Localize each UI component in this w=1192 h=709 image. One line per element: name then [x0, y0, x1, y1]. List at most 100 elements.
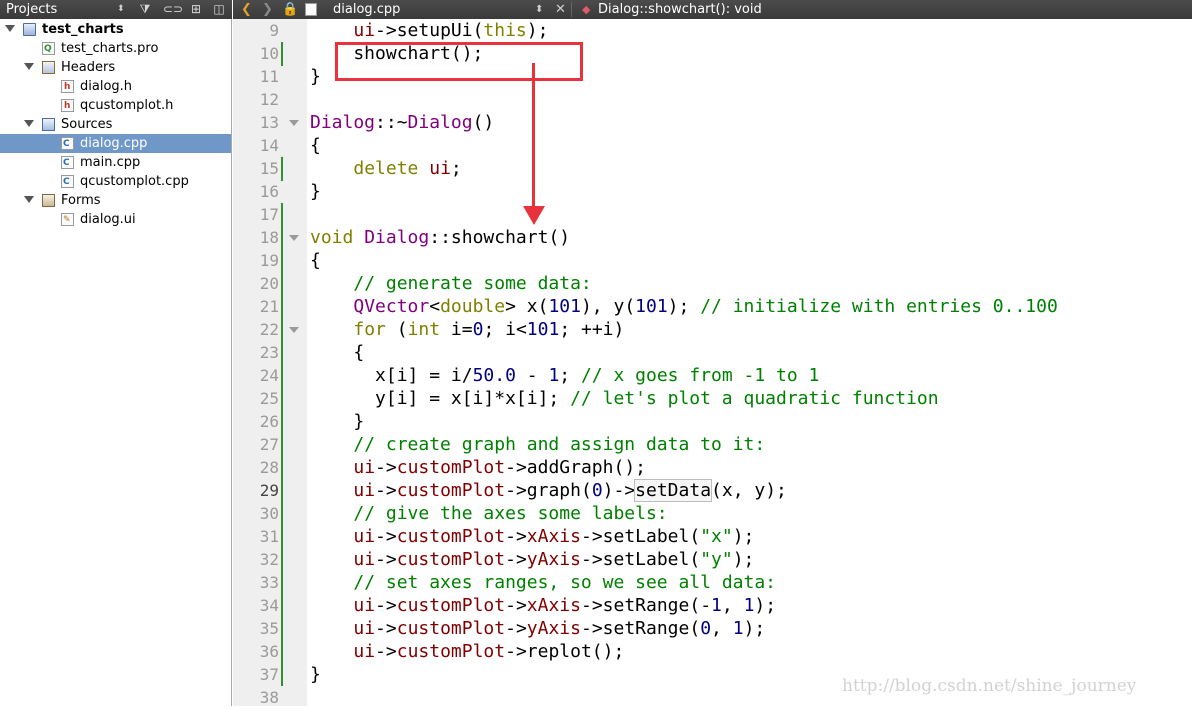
file-type-icon	[305, 3, 317, 16]
code-line[interactable]: // set axes ranges, so we see all data:	[310, 571, 776, 594]
change-marker	[281, 157, 283, 181]
line-number: 35	[259, 619, 279, 638]
code-line[interactable]: ui->customPlot->xAxis->setLabel("x");	[310, 525, 754, 548]
line-number: 22	[259, 320, 279, 339]
tree-item-label: Sources	[61, 117, 113, 132]
code-line[interactable]: ui->setupUi(this);	[310, 19, 548, 42]
code-line[interactable]: // generate some data:	[310, 272, 591, 295]
code-line[interactable]: Dialog::~Dialog()	[310, 111, 494, 134]
line-number: 29	[259, 481, 279, 500]
line-number: 23	[259, 343, 279, 362]
open-document-label[interactable]: dialog.cpp	[333, 0, 400, 19]
code-line[interactable]: {	[310, 341, 364, 364]
code-line[interactable]: }	[310, 663, 321, 686]
code-line[interactable]: ui->customPlot->yAxis->setLabel("y");	[310, 548, 754, 571]
forward-icon[interactable]: ❯	[262, 0, 273, 19]
expand-arrow-icon[interactable]	[24, 63, 34, 70]
line-number: 30	[259, 504, 279, 523]
tree-item-label: qcustomplot.cpp	[80, 174, 189, 189]
file-c-icon	[61, 135, 74, 154]
project-icon	[23, 23, 36, 36]
link-icon[interactable]: ⊂⊃	[163, 2, 183, 16]
file-h-icon	[61, 97, 74, 116]
tree-item-forms[interactable]: Forms	[0, 191, 231, 210]
tree-item-qcustomplot-h[interactable]: qcustomplot.h	[0, 96, 231, 116]
line-number: 16	[259, 182, 279, 201]
tree-item-test-charts-pro[interactable]: test_charts.pro	[0, 39, 231, 59]
line-number: 33	[259, 573, 279, 592]
code-line[interactable]: // give the axes some labels:	[310, 502, 667, 525]
fold-toggle-icon[interactable]	[289, 327, 299, 333]
tree-item-dialog-cpp[interactable]: dialog.cpp	[0, 134, 231, 154]
annotation-arrow-shaft	[532, 63, 535, 213]
line-number: 19	[259, 251, 279, 270]
symbol-icon: ◆	[582, 3, 591, 16]
tree-item-label: main.cpp	[80, 155, 141, 170]
expand-arrow-icon[interactable]	[5, 25, 15, 32]
line-number: 20	[259, 274, 279, 293]
code-line[interactable]: ui->customPlot->replot();	[310, 640, 624, 663]
code-line[interactable]: for (int i=0; i<101; ++i)	[310, 318, 624, 341]
document-dropdown-icon[interactable]: ⬍	[535, 0, 543, 19]
tree-item-label: dialog.h	[80, 79, 133, 94]
file-c-icon	[61, 173, 74, 192]
code-line[interactable]: // create graph and assign data to it:	[310, 433, 765, 456]
code-line[interactable]: {	[310, 134, 321, 157]
code-line[interactable]: ui->customPlot->xAxis->setRange(-1, 1);	[310, 594, 776, 617]
tree-item-label: test_charts.pro	[61, 41, 159, 56]
file-c-icon	[61, 154, 74, 173]
expand-arrow-icon[interactable]	[24, 196, 34, 203]
tree-item-dialog-ui[interactable]: dialog.ui	[0, 210, 231, 230]
code-line[interactable]: }	[310, 180, 321, 203]
tree-item-headers[interactable]: Headers	[0, 58, 231, 77]
fold-toggle-icon[interactable]	[289, 235, 299, 241]
folder-f-icon	[42, 194, 55, 207]
code-line[interactable]: }	[310, 65, 321, 88]
line-number: 14	[259, 136, 279, 155]
code-line[interactable]: ui->customPlot->addGraph();	[310, 456, 646, 479]
change-marker	[281, 203, 283, 686]
code-line[interactable]: void Dialog::showchart()	[310, 226, 570, 249]
tree-item-sources[interactable]: Sources	[0, 115, 231, 134]
split-icon[interactable]: ⊞	[189, 2, 203, 16]
line-number: 11	[259, 67, 279, 86]
current-symbol-label[interactable]: Dialog::showchart(): void	[598, 0, 762, 19]
line-number: 34	[259, 596, 279, 615]
fold-toggle-icon[interactable]	[289, 120, 299, 126]
code-line[interactable]: x[i] = i/50.0 - 1; // x goes from -1 to …	[310, 364, 819, 387]
tree-item-label: dialog.cpp	[80, 136, 148, 151]
code-line[interactable]: y[i] = x[i]*x[i]; // let's plot a quadra…	[310, 387, 939, 410]
tree-item-qcustomplot-cpp[interactable]: qcustomplot.cpp	[0, 172, 231, 192]
tree-item-dialog-h[interactable]: dialog.h	[0, 77, 231, 97]
projects-title: Projects	[6, 2, 58, 17]
back-icon[interactable]: ❮	[241, 0, 252, 19]
close-pane-icon[interactable]: ◫	[212, 2, 226, 16]
editor-toolbar: ❮ ❯ 🔒 dialog.cpp ⬍ ✕ ◆ Dialog::showchart…	[233, 0, 1192, 19]
tree-item-label: test_charts	[42, 22, 124, 37]
tree-item-main-cpp[interactable]: main.cpp	[0, 153, 231, 173]
change-marker	[281, 42, 283, 66]
filter-icon[interactable]: ⧩	[138, 2, 152, 16]
code-line[interactable]: ui->customPlot->yAxis->setRange(0, 1);	[310, 617, 765, 640]
view-selector-icon[interactable]: ⬍	[117, 3, 125, 15]
code-line[interactable]: {	[310, 249, 321, 272]
code-line[interactable]: }	[310, 410, 364, 433]
code-line[interactable]: QVector<double> x(101), y(101); // initi…	[310, 295, 1057, 318]
line-number: 36	[259, 642, 279, 661]
folder-c-icon	[42, 118, 55, 131]
code-line[interactable]: ui->customPlot->graph(0)->setData(x, y);	[310, 479, 787, 502]
project-toolbar: Projects ⬍ ⧩ ⊂⊃ ⊞ ◫	[0, 0, 232, 19]
annotation-arrow-head	[523, 206, 545, 225]
line-number: 17	[259, 205, 279, 224]
line-number: 15	[259, 159, 279, 178]
project-panel: Projects ⬍ ⧩ ⊂⊃ ⊞ ◫ test_charts test_char…	[0, 0, 232, 706]
code-line[interactable]: delete ui;	[310, 157, 461, 180]
line-number: 12	[259, 90, 279, 109]
line-number: 10	[259, 44, 279, 63]
expand-arrow-icon[interactable]	[24, 120, 34, 127]
tree-item-test-charts[interactable]: test_charts	[0, 20, 231, 39]
line-number: 13	[259, 113, 279, 132]
close-document-icon[interactable]: ✕	[555, 0, 566, 19]
line-number: 25	[259, 389, 279, 408]
toolbar-divider	[571, 2, 572, 17]
